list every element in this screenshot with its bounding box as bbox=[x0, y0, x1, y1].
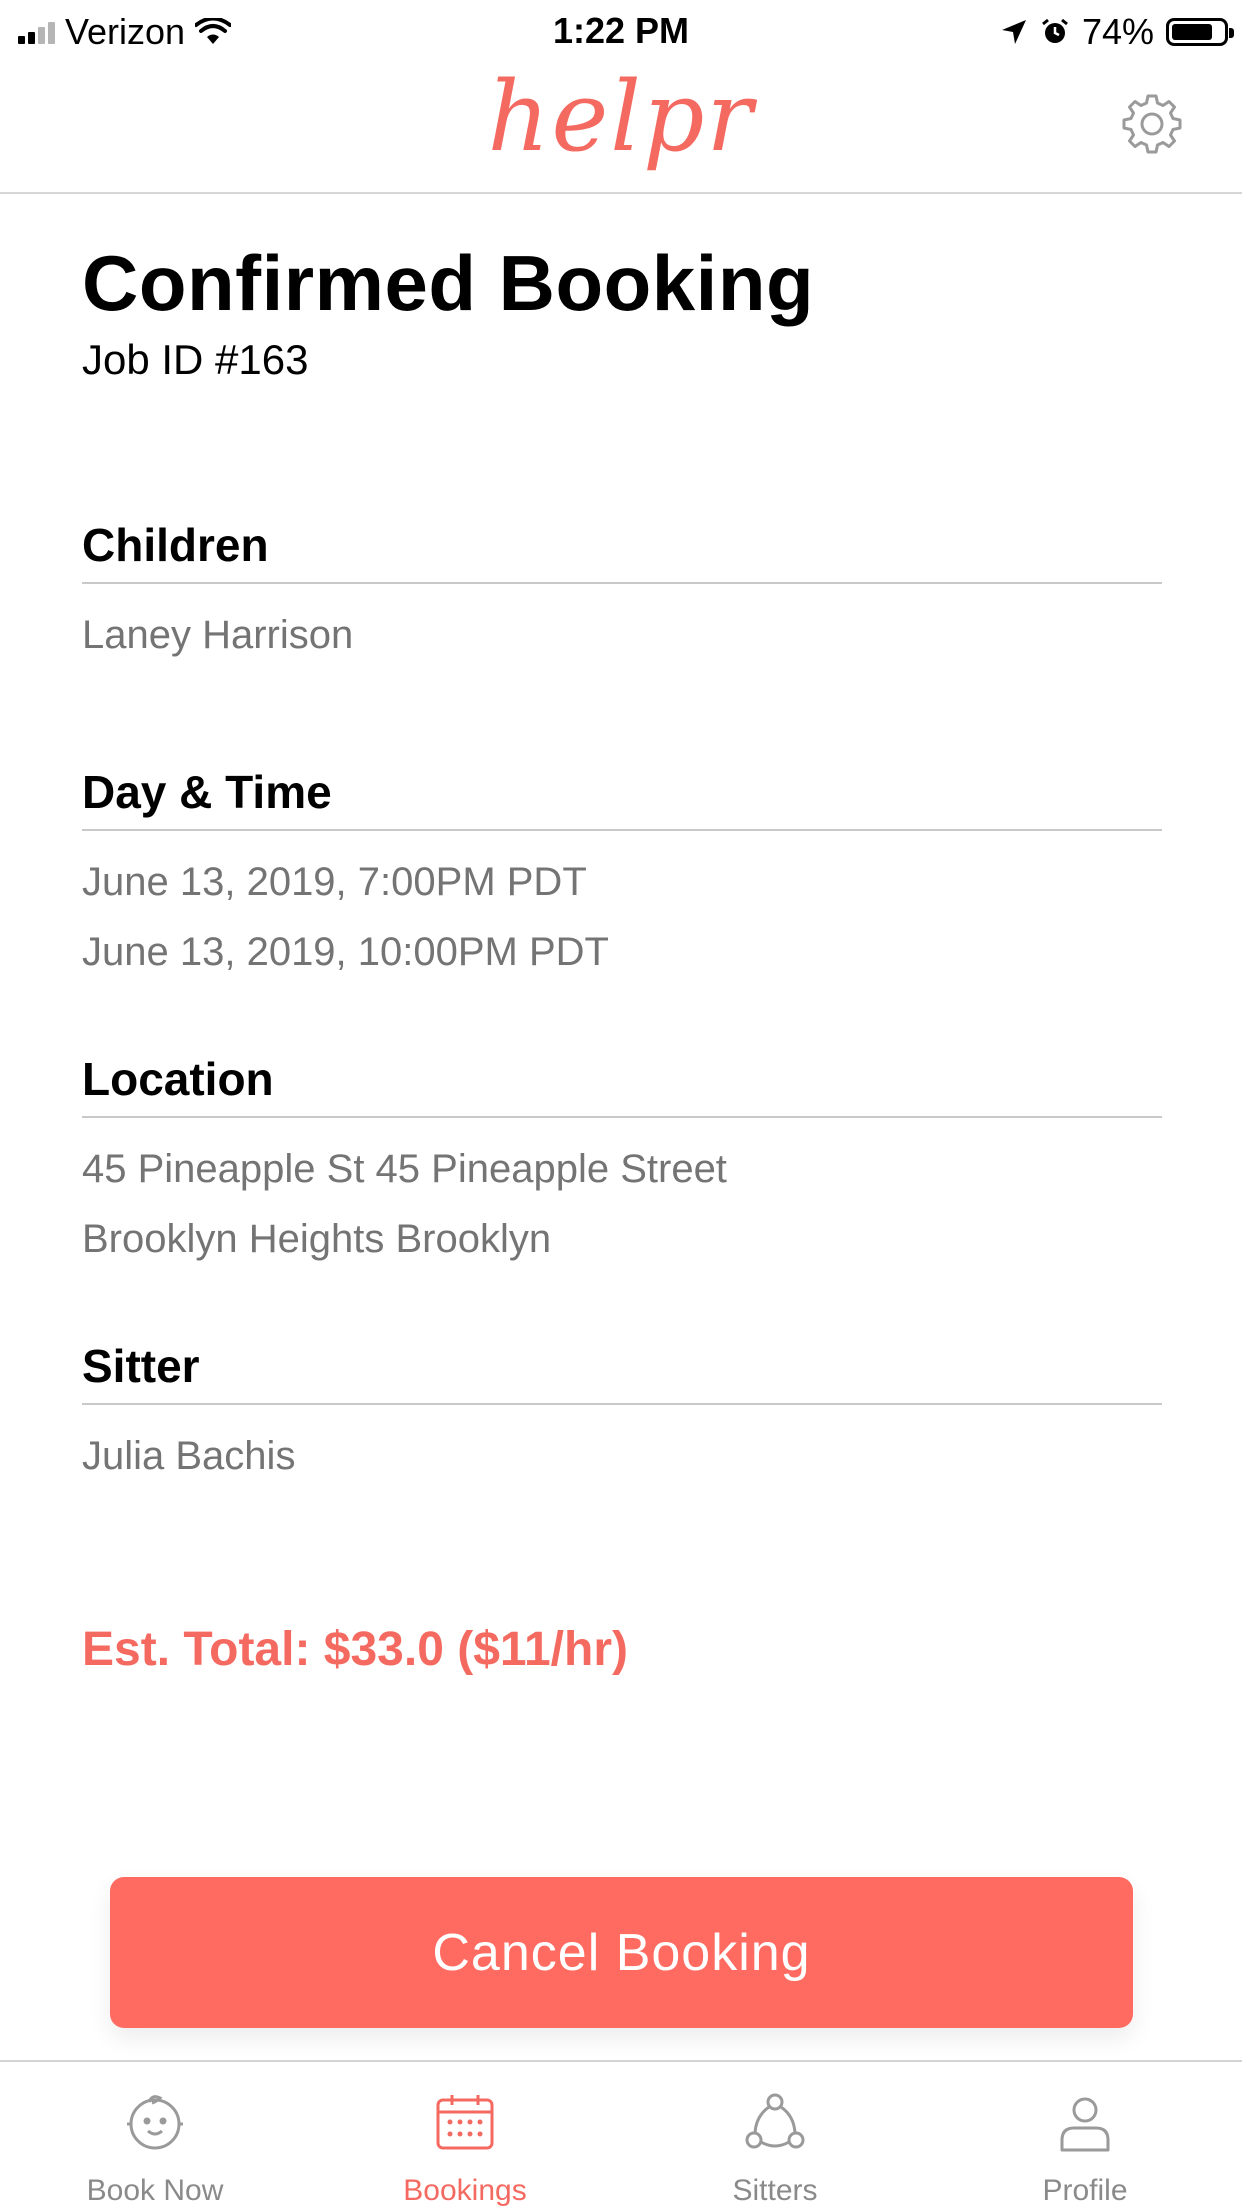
helpr-logo: helpr bbox=[487, 61, 755, 173]
sitter-section: Sitter Julia Bachis bbox=[82, 1333, 1162, 1491]
day-time-section: Day & Time June 13, 2019, 7:00PM PDT Jun… bbox=[82, 759, 1162, 987]
end-time: June 13, 2019, 10:00PM PDT bbox=[82, 930, 609, 974]
divider bbox=[82, 1403, 1162, 1405]
person-icon bbox=[1060, 2097, 1110, 2152]
tab-label: Bookings bbox=[403, 2174, 527, 2207]
status-right: 74% bbox=[1000, 10, 1234, 54]
job-id: Job ID #163 bbox=[82, 336, 309, 383]
alarm-icon bbox=[1042, 18, 1068, 43]
tab-label: Book Now bbox=[86, 2174, 224, 2207]
app-header: helpr bbox=[0, 62, 1242, 194]
tab-bar: Book Now Bookings Sitters Profile bbox=[0, 2060, 1242, 2210]
divider bbox=[82, 829, 1162, 831]
cancel-booking-button[interactable]: Cancel Booking bbox=[110, 1877, 1133, 2028]
battery-icon bbox=[1166, 18, 1234, 46]
tab-bookings[interactable]: Bookings bbox=[310, 2062, 620, 2210]
section-heading: Sitter bbox=[82, 1340, 200, 1392]
tab-sitters[interactable]: Sitters bbox=[620, 2062, 930, 2210]
start-time: June 13, 2019, 7:00PM PDT bbox=[82, 860, 587, 904]
group-network-icon bbox=[745, 2093, 805, 2149]
location-section: Location 45 Pineapple St 45 Pineapple St… bbox=[82, 1046, 1162, 1274]
status-bar: Verizon 1:22 PM 74% bbox=[0, 0, 1242, 62]
divider bbox=[82, 582, 1162, 584]
tab-profile[interactable]: Profile bbox=[930, 2062, 1240, 2210]
calendar-icon bbox=[436, 2095, 494, 2150]
tab-label: Profile bbox=[1042, 2174, 1128, 2207]
section-heading: Children bbox=[82, 519, 269, 571]
address-line-2: Brooklyn Heights Brooklyn bbox=[82, 1217, 552, 1261]
tab-label: Sitters bbox=[732, 2174, 818, 2207]
section-heading: Day & Time bbox=[82, 766, 332, 818]
page-title: Confirmed Booking bbox=[82, 239, 815, 327]
address-line-1: 45 Pineapple St 45 Pineapple Street bbox=[82, 1147, 727, 1191]
estimated-total: Est. Total: $33.0 ($11/hr) bbox=[82, 1623, 628, 1676]
location-arrow-icon bbox=[1001, 20, 1026, 44]
baby-face-icon bbox=[127, 2095, 183, 2150]
battery-percent: 74% bbox=[1081, 11, 1154, 52]
sitter-name: Julia Bachis bbox=[82, 1434, 296, 1478]
children-section: Children Laney Harrison bbox=[82, 512, 1162, 670]
gear-icon[interactable] bbox=[1120, 92, 1184, 156]
section-heading: Location bbox=[82, 1053, 274, 1105]
divider bbox=[82, 1116, 1162, 1118]
tab-book-now[interactable]: Book Now bbox=[0, 2062, 310, 2210]
child-name: Laney Harrison bbox=[82, 613, 354, 657]
